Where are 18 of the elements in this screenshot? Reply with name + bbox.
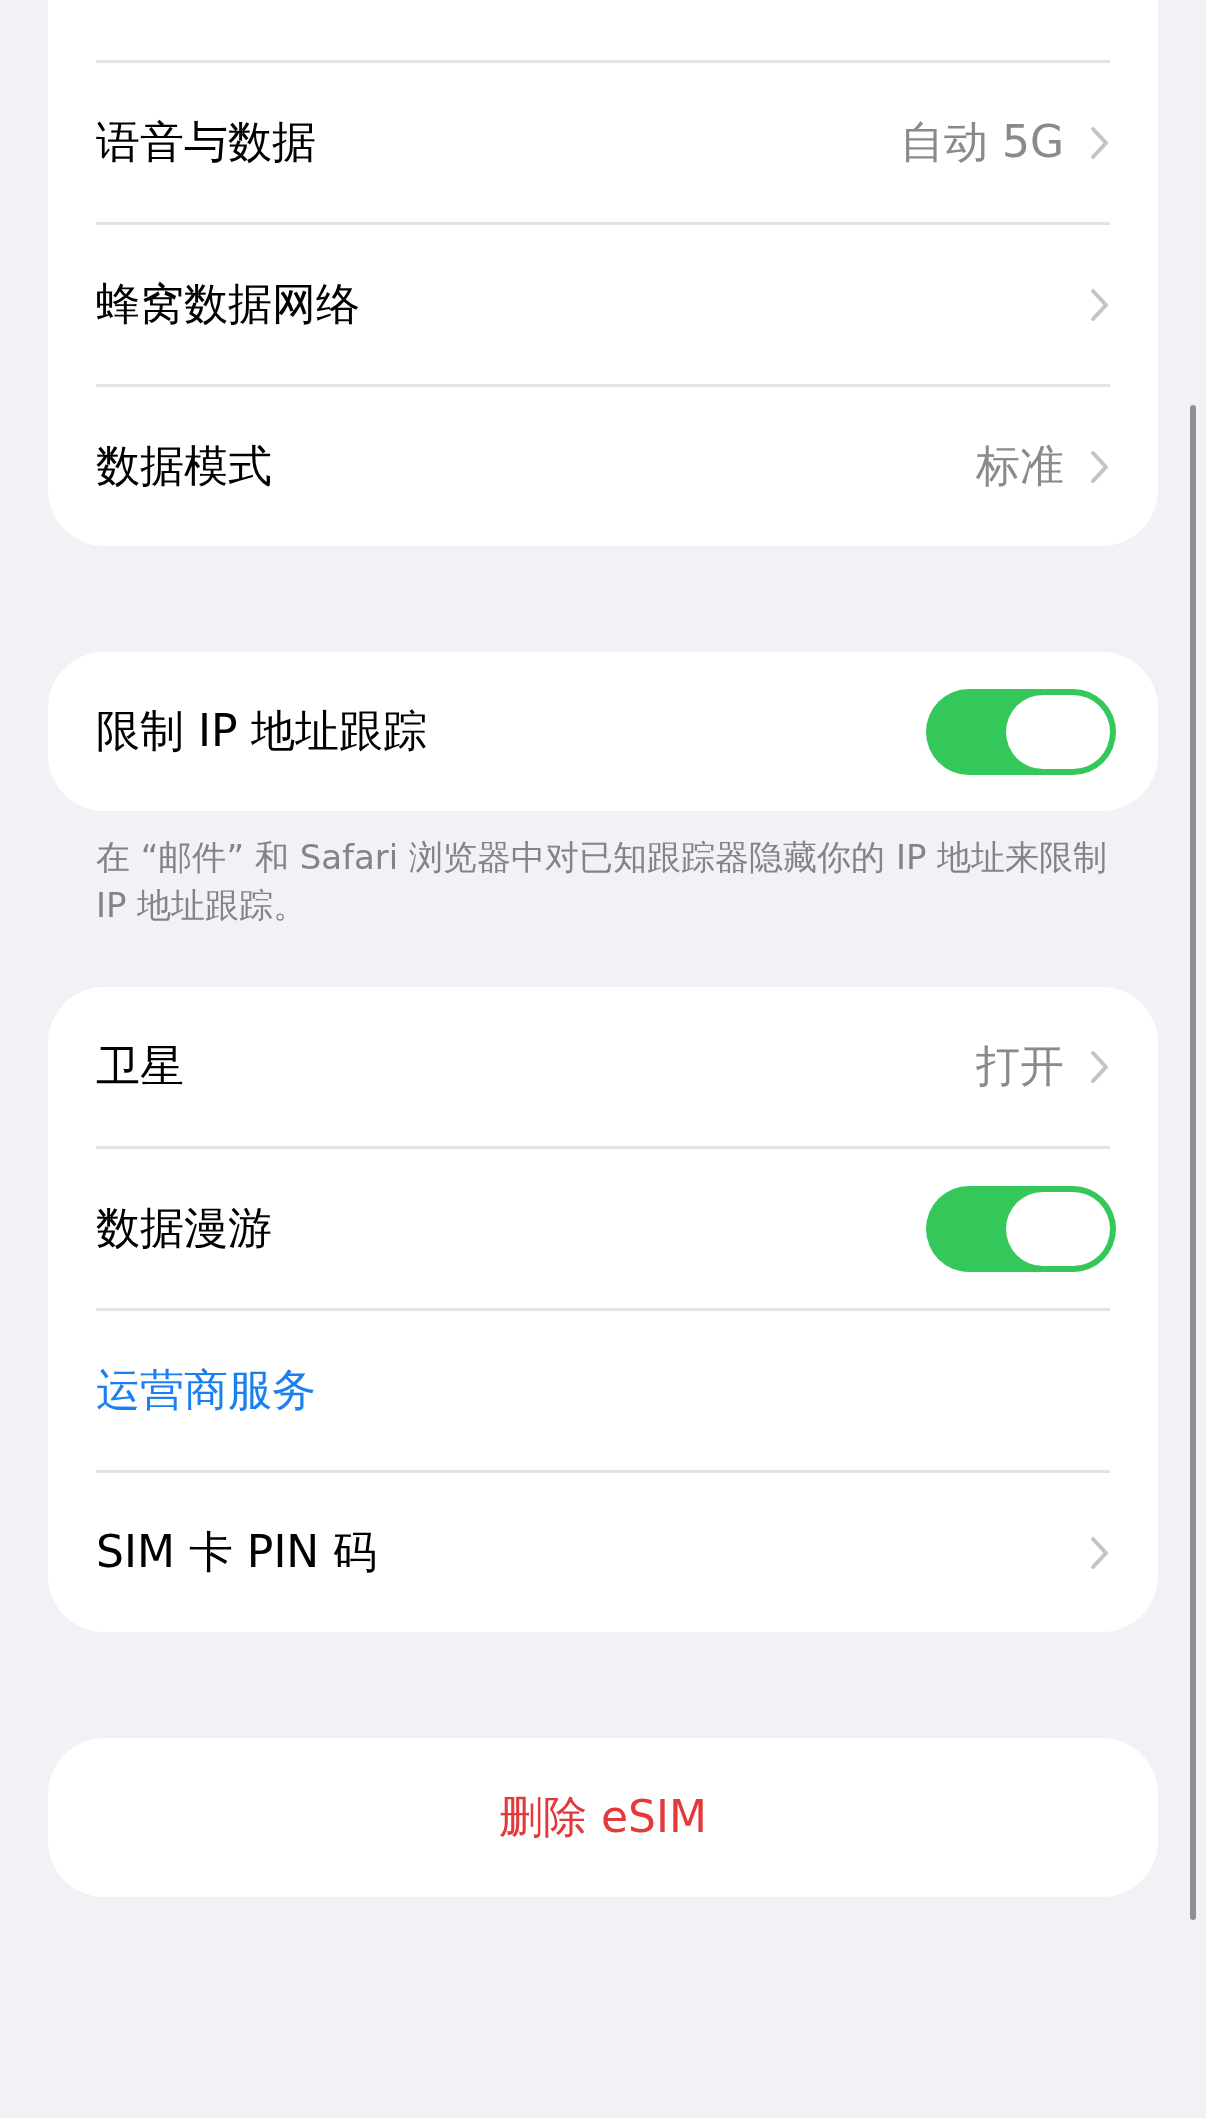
chevron-icon	[1090, 449, 1110, 484]
row-label: 数据模式	[96, 439, 273, 493]
chevron-icon	[1090, 1535, 1110, 1570]
chevron-icon	[1090, 125, 1110, 160]
footer-note: 在 “邮件” 和 Safari 浏览器中对已知跟踪器隐藏你的 IP 地址来限制 IP 地址跟踪。	[95, 836, 1109, 927]
row-value: 自动 5G	[899, 115, 1064, 169]
row-label: 蜂窝数据网络	[96, 277, 361, 331]
row-value: 标准	[976, 439, 1064, 493]
row-label: 限制 IP 地址跟踪	[96, 704, 429, 758]
carrier-services-link[interactable]: 运营商服务	[96, 1361, 1110, 1420]
row-label: 语音与数据	[96, 115, 317, 169]
row-label: 数据漫游	[96, 1201, 273, 1255]
chevron-icon	[1090, 1049, 1110, 1084]
row-label: SIM 卡 PIN 码	[96, 1525, 379, 1579]
row-value: 打开	[976, 1039, 1064, 1093]
delete-esim-button[interactable]: 删除 eSIM	[48, 1738, 1158, 1897]
row-label: 卫星	[96, 1039, 185, 1093]
chevron-icon	[1090, 287, 1110, 322]
